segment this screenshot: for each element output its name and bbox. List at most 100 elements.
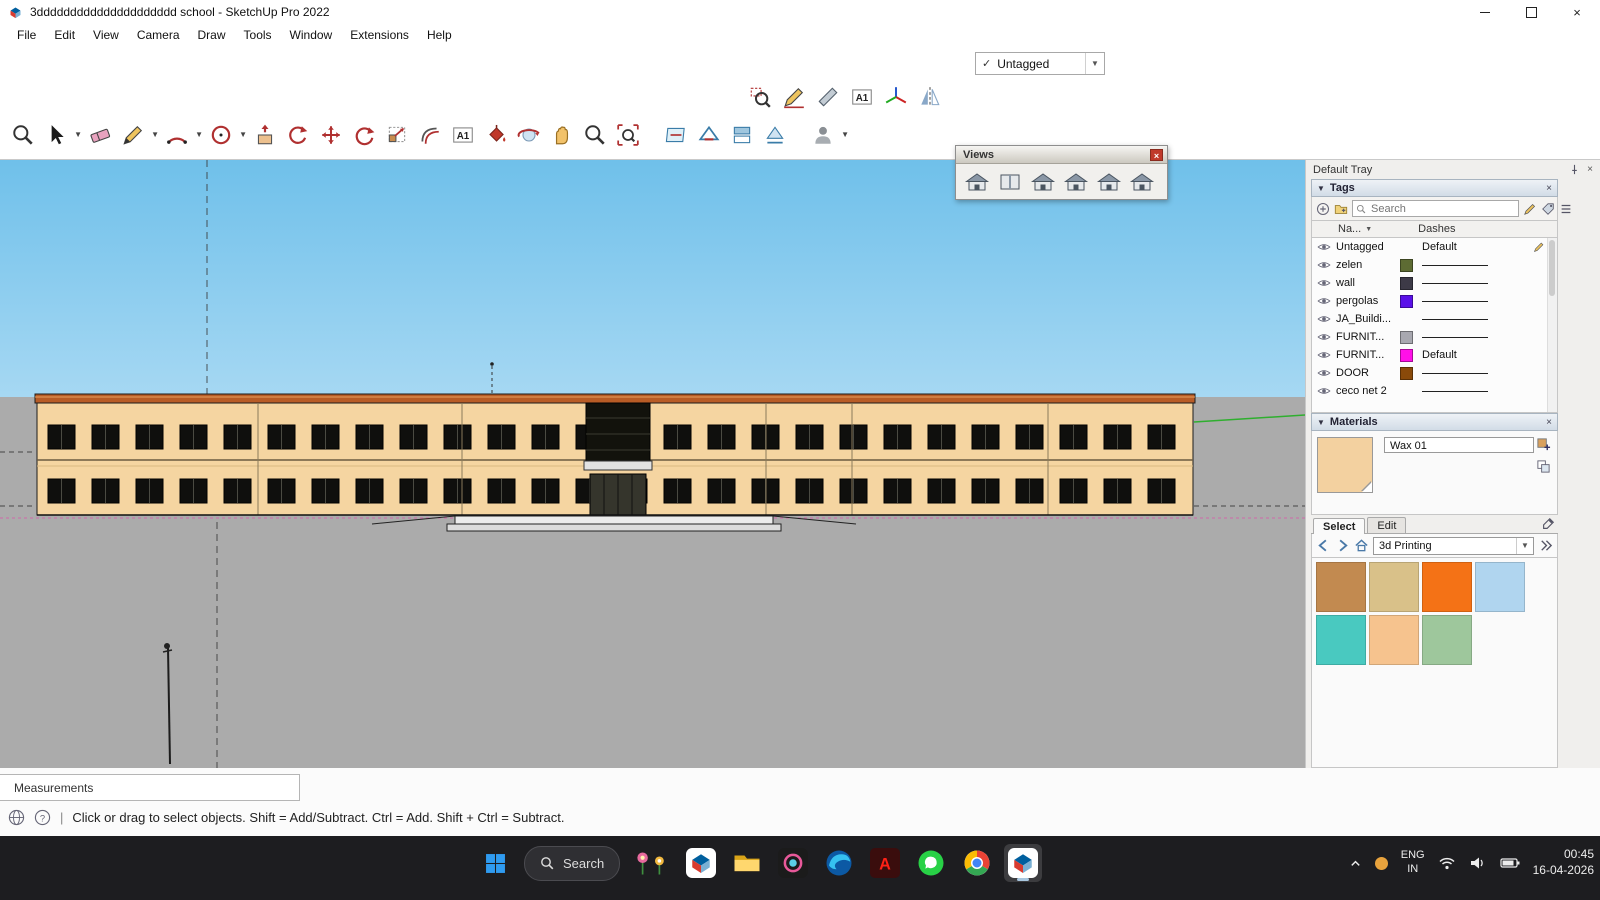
tab-edit[interactable]: Edit bbox=[1367, 517, 1406, 533]
taskbar-app-acrobat[interactable]: A bbox=[866, 844, 904, 882]
visibility-eye-icon[interactable] bbox=[1312, 314, 1336, 324]
section-plane-tool-button[interactable] bbox=[661, 120, 691, 150]
tag-row[interactable]: FURNIT... bbox=[1312, 328, 1557, 346]
tag-color-swatch[interactable] bbox=[1400, 367, 1413, 380]
tag-color-swatch[interactable] bbox=[1400, 385, 1413, 398]
dropdown-caret-icon[interactable]: ▼ bbox=[151, 130, 159, 139]
tag-color-swatch[interactable] bbox=[1400, 259, 1413, 272]
text-tool-button[interactable]: A1 bbox=[847, 82, 877, 112]
tag-color-swatch[interactable] bbox=[1400, 277, 1413, 290]
views-palette-titlebar[interactable]: Views × bbox=[956, 146, 1167, 164]
tags-column-headers[interactable]: Na...▼ Dashes bbox=[1311, 221, 1558, 238]
chevron-down-icon[interactable]: ▼ bbox=[1085, 53, 1104, 74]
dropdown-caret-icon[interactable]: ▼ bbox=[195, 130, 203, 139]
sample-paint-eyedropper-icon[interactable] bbox=[1541, 517, 1555, 531]
dropdown-caret-icon[interactable]: ▼ bbox=[74, 130, 82, 139]
materials-close-icon[interactable]: × bbox=[1546, 417, 1552, 428]
visibility-eye-icon[interactable] bbox=[1312, 350, 1336, 360]
help-question-icon[interactable]: ? bbox=[34, 809, 51, 826]
geolocation-globe-icon[interactable] bbox=[8, 809, 25, 826]
visibility-eye-icon[interactable] bbox=[1312, 260, 1336, 270]
column-dashes-header[interactable]: Dashes bbox=[1418, 223, 1455, 235]
material-preview[interactable] bbox=[1317, 437, 1373, 493]
tag-dashes[interactable] bbox=[1422, 337, 1502, 338]
menu-camera[interactable]: Camera bbox=[128, 26, 189, 44]
tags-scrollbar[interactable] bbox=[1547, 238, 1557, 412]
school-building-model[interactable] bbox=[35, 394, 1195, 515]
taskbar-app-explorer[interactable] bbox=[728, 844, 766, 882]
column-name-header[interactable]: Na... bbox=[1338, 223, 1361, 235]
edit-tag-pencil-icon[interactable] bbox=[1523, 202, 1537, 216]
section-display-tool-button[interactable] bbox=[694, 120, 724, 150]
taskbar-app-edge[interactable] bbox=[820, 844, 858, 882]
scale-tool-button[interactable] bbox=[382, 120, 412, 150]
menu-extensions[interactable]: Extensions bbox=[341, 26, 418, 44]
maximize-button[interactable] bbox=[1508, 0, 1554, 24]
view-iso-button[interactable] bbox=[962, 169, 991, 194]
taskbar-app-sketchup-active[interactable] bbox=[1004, 844, 1042, 882]
eraser-tool-button[interactable] bbox=[85, 120, 115, 150]
tag-row[interactable]: wall bbox=[1312, 274, 1557, 292]
material-4[interactable] bbox=[1475, 562, 1525, 612]
rotate-tool-button[interactable] bbox=[349, 120, 379, 150]
pan-tool-button[interactable] bbox=[547, 120, 577, 150]
menu-tools[interactable]: Tools bbox=[235, 26, 281, 44]
materials-section-header[interactable]: ▼ Materials × bbox=[1311, 413, 1558, 431]
avatar-tool-button[interactable]: ▼ bbox=[808, 120, 838, 150]
text-tool-button[interactable]: A1 bbox=[448, 120, 478, 150]
menu-edit[interactable]: Edit bbox=[45, 26, 84, 44]
tag-dashes[interactable] bbox=[1422, 283, 1502, 284]
view-back-button[interactable] bbox=[1094, 169, 1123, 194]
tag-dashes[interactable] bbox=[1422, 265, 1502, 266]
tag-dashes[interactable] bbox=[1422, 373, 1502, 374]
views-palette-close-icon[interactable]: × bbox=[1150, 149, 1163, 161]
paint-bucket-tool-button[interactable] bbox=[481, 120, 511, 150]
menu-draw[interactable]: Draw bbox=[189, 26, 235, 44]
tag-row[interactable]: FURNIT...Default bbox=[1312, 346, 1557, 364]
minimize-button[interactable] bbox=[1462, 0, 1508, 24]
zoom-selection-tool-button[interactable] bbox=[745, 82, 775, 112]
add-tag-folder-icon[interactable] bbox=[1334, 202, 1348, 216]
visibility-eye-icon[interactable] bbox=[1312, 368, 1336, 378]
chevron-down-icon[interactable]: ▼ bbox=[1516, 538, 1533, 554]
active-tag-dropdown[interactable]: ✓ Untagged ▼ bbox=[975, 52, 1105, 75]
tag-row[interactable]: DOOR bbox=[1312, 364, 1557, 382]
dropdown-caret-icon[interactable]: ▼ bbox=[239, 130, 247, 139]
styles-tool-button[interactable] bbox=[760, 120, 790, 150]
scrollbar-thumb[interactable] bbox=[1549, 240, 1555, 296]
tag-icon[interactable] bbox=[1541, 202, 1555, 216]
material-3[interactable] bbox=[1422, 562, 1472, 612]
push-pull-tool-button[interactable] bbox=[250, 120, 280, 150]
tag-color-swatch[interactable] bbox=[1400, 331, 1413, 344]
volume-icon[interactable] bbox=[1469, 856, 1487, 870]
circle-tool-button[interactable]: ▼ bbox=[206, 120, 236, 150]
view-right-button[interactable] bbox=[1061, 169, 1090, 194]
section-fill-tool-button[interactable] bbox=[727, 120, 757, 150]
tray-close-icon[interactable]: × bbox=[1587, 164, 1593, 175]
close-button[interactable]: × bbox=[1554, 0, 1600, 24]
clock-widget[interactable]: 00:45 16-04-2026 bbox=[1533, 847, 1594, 878]
menu-file[interactable]: File bbox=[8, 26, 45, 44]
edit-pencil-icon[interactable] bbox=[1533, 241, 1545, 253]
tag-row[interactable]: pergolas bbox=[1312, 292, 1557, 310]
flip-tool-button[interactable] bbox=[915, 82, 945, 112]
menu-window[interactable]: Window bbox=[281, 26, 342, 44]
material-2[interactable] bbox=[1369, 562, 1419, 612]
tag-color-swatch[interactable] bbox=[1400, 313, 1413, 326]
pencil-line-tool-button[interactable] bbox=[779, 82, 809, 112]
view-left-button[interactable] bbox=[1127, 169, 1156, 194]
collapse-arrow-icon[interactable]: ▼ bbox=[1317, 184, 1325, 193]
tag-dashes[interactable] bbox=[1422, 319, 1502, 320]
tray-app-icon[interactable] bbox=[1375, 857, 1388, 870]
viewport-canvas[interactable] bbox=[0, 160, 1305, 768]
menu-view[interactable]: View bbox=[84, 26, 128, 44]
zoom-tool-button[interactable] bbox=[580, 120, 610, 150]
material-7[interactable] bbox=[1422, 615, 1472, 665]
in-model-home-icon[interactable] bbox=[1354, 538, 1369, 553]
knife-tool-button[interactable] bbox=[813, 82, 843, 112]
forward-arrow-icon[interactable] bbox=[1335, 538, 1350, 553]
taskbar-app-media[interactable] bbox=[774, 844, 812, 882]
taskbar-app-chrome[interactable] bbox=[958, 844, 996, 882]
taskbar-app-sketchup[interactable] bbox=[682, 844, 720, 882]
visibility-eye-icon[interactable] bbox=[1312, 332, 1336, 342]
